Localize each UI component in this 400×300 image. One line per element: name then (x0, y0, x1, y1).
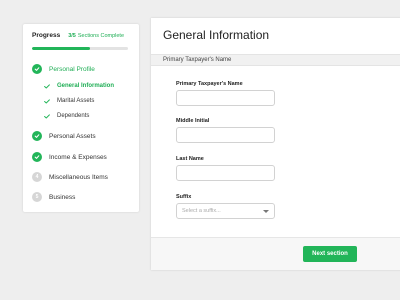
check-circle-icon (32, 152, 42, 162)
sidebar-item-personal-profile[interactable]: Personal Profile (32, 64, 95, 74)
sidebar-item-personal-assets[interactable]: Personal Assets (32, 131, 96, 141)
sidebar-item-label: Income & Expenses (49, 153, 107, 161)
suffix-label: Suffix (176, 194, 192, 200)
sidebar-item-business[interactable]: 5 Business (32, 192, 75, 202)
check-icon (44, 113, 50, 119)
sidebar-item-label: Personal Assets (49, 132, 96, 140)
sidebar-item-income-expenses[interactable]: Income & Expenses (32, 152, 107, 162)
suffix-select[interactable]: Select a suffix... (176, 203, 275, 219)
sidebar-item-label: Personal Profile (49, 65, 95, 73)
sidebar-subitem-marital-assets[interactable]: Marital Assets (44, 98, 94, 104)
sidebar-subitem-label: General Information (57, 83, 115, 89)
sidebar-item-miscellaneous-items[interactable]: 4 Miscellaneous Items (32, 172, 108, 182)
sidebar-subitem-label: Marital Assets (57, 98, 95, 104)
progress-title: Progress (32, 32, 61, 39)
check-circle-icon (32, 131, 42, 141)
main-form-panel: General Information Primary Taxpayer's N… (151, 18, 400, 270)
last-name-label: Last Name (176, 156, 204, 162)
progress-count: 3/5 (68, 33, 76, 39)
progress-sidebar: Progress 3/5 Sections Complete Personal … (23, 24, 139, 212)
sidebar-subitem-label: Dependents (57, 113, 90, 119)
form-footer: Next section (151, 237, 400, 270)
step-number-badge: 4 (32, 172, 42, 182)
check-circle-icon (32, 64, 42, 74)
middle-initial-input[interactable] (176, 127, 275, 143)
progress-bar (32, 47, 128, 50)
sidebar-item-label: Miscellaneous Items (49, 173, 108, 181)
chevron-down-icon (263, 210, 269, 213)
section-subheader: Primary Taxpayer's Name (151, 54, 400, 66)
section-subheader-label: Primary Taxpayer's Name (163, 57, 232, 63)
last-name-input[interactable] (176, 165, 275, 181)
step-number-badge: 5 (32, 192, 42, 202)
sidebar-item-label: Business (49, 193, 76, 201)
progress-header: Progress 3/5 Sections Complete (32, 32, 132, 39)
progress-bar-fill (32, 47, 90, 50)
primary-name-label: Primary Taxpayer's Name (176, 81, 243, 87)
progress-status-text: Sections Complete (77, 33, 125, 39)
middle-initial-label: Middle Initial (176, 118, 210, 124)
primary-name-input[interactable] (176, 90, 275, 106)
next-section-button[interactable]: Next section (303, 246, 357, 262)
check-icon (44, 83, 50, 89)
sidebar-subitem-general-information[interactable]: General Information (44, 83, 114, 89)
page-title: General Information (163, 28, 270, 42)
sidebar-subitem-dependents[interactable]: Dependents (44, 113, 89, 119)
suffix-select-placeholder: Select a suffix... (182, 208, 221, 214)
check-icon (44, 98, 50, 104)
